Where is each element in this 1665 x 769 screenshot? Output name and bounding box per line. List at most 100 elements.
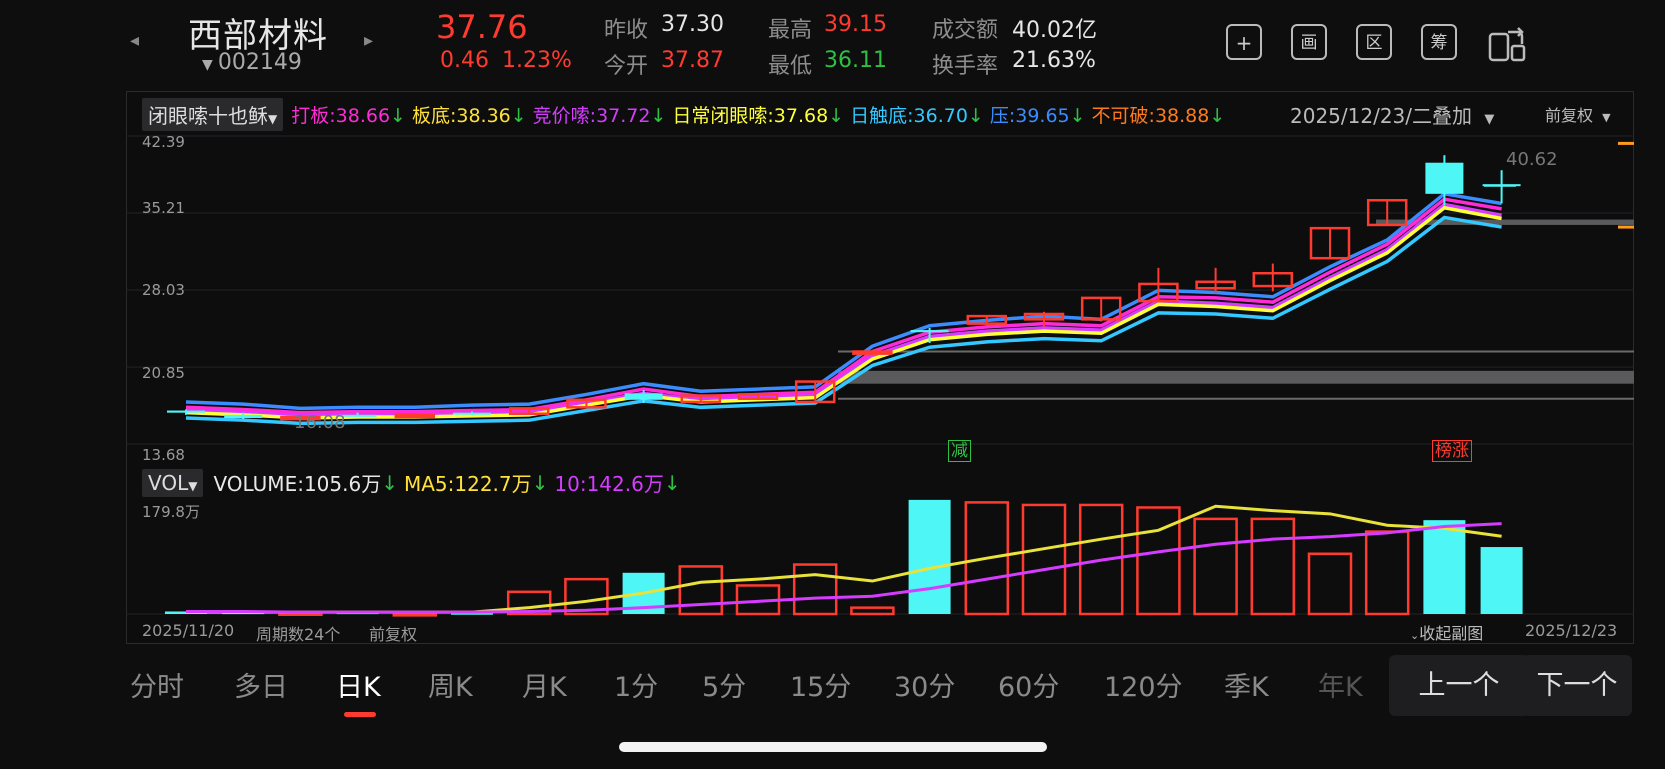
volume-bar [850, 606, 895, 616]
volume-chart[interactable] [126, 498, 1634, 618]
collapse-icon: ⌄ [1410, 629, 1420, 642]
start-date: 2025/11/20 [142, 621, 235, 640]
y-tick-label: 28.03 [142, 281, 185, 299]
down-arrow-icon: ↓ [1069, 105, 1086, 127]
tab-120min[interactable]: 120分 [1104, 665, 1183, 704]
caret-down-icon: ▼ [268, 112, 278, 126]
down-arrow-icon: ↓ [390, 105, 406, 127]
resistance-band [838, 370, 1634, 384]
down-arrow-icon: ↓ [531, 470, 549, 495]
add-watchlist-icon[interactable]: + [1226, 24, 1262, 60]
turnover-label: 换手率 [932, 54, 999, 79]
y-tick-label: 13.68 [142, 446, 185, 464]
next-stock-arrow-icon[interactable]: ▸ [364, 30, 373, 51]
candle-body [852, 350, 893, 355]
y-tick-label: 20.85 [142, 364, 185, 382]
low-price-marker: 16.08 [294, 412, 346, 433]
candle-body [624, 393, 663, 400]
prev-stock-arrow-icon[interactable]: ◂ [130, 30, 139, 51]
turnover-value: 21.63% [1012, 48, 1096, 73]
volume-bar [1193, 517, 1238, 616]
range-tool-icon[interactable]: 区 [1356, 24, 1392, 60]
y-tick-label: 42.39 [142, 133, 185, 151]
volume-bar [678, 565, 724, 616]
down-arrow-icon: ↓ [828, 105, 845, 127]
caret-down-icon: ▼ [1602, 111, 1611, 124]
tab-weekly-k[interactable]: 周K [428, 665, 473, 704]
volume-bar [1364, 530, 1410, 616]
prev-close-label: 昨收 [604, 18, 649, 43]
caret-down-icon: ▼ [202, 57, 213, 73]
stock-code: 002149 [217, 50, 302, 75]
volume-indicator-select[interactable]: VOL▼ [142, 468, 204, 497]
volume-bar [908, 499, 951, 614]
collapse-subchart-button[interactable]: ⌄收起副图 [1410, 620, 1483, 644]
ma10-value: 10:142.6万 [554, 472, 664, 496]
prev-stock-button[interactable]: 上一个 [1389, 655, 1529, 716]
tab-yearly-k[interactable]: 年K [1318, 665, 1363, 704]
price-change-pct: 1.23% [502, 48, 572, 73]
price-chart[interactable] [126, 126, 1634, 466]
tab-fenshi[interactable]: 分时 [130, 665, 184, 704]
amount-value: 40.02亿 [1012, 18, 1097, 43]
volume-bar [392, 612, 438, 617]
tab-15min[interactable]: 15分 [790, 665, 851, 704]
volume-bar [1480, 547, 1523, 614]
volume-bar [792, 563, 838, 616]
indicator-line [185, 205, 1502, 420]
caret-down-icon: ▼ [1484, 112, 1495, 127]
tab-5min[interactable]: 5分 [702, 665, 746, 704]
landscape-rotate-icon[interactable] [1486, 22, 1528, 64]
high-price-marker: 40.62 [1506, 149, 1558, 170]
home-indicator [619, 742, 1047, 752]
rank-rise-tag: 榜涨 [1432, 440, 1472, 462]
tab-60min[interactable]: 60分 [998, 665, 1059, 704]
low-label: 最低 [768, 54, 813, 79]
adjust-select[interactable]: 前复权 ▼ [1545, 102, 1611, 126]
draw-tool-icon[interactable]: 画 [1291, 24, 1327, 60]
open-label: 今开 [604, 54, 649, 79]
volume-header: VOL▼ VOLUME:105.6万 ↓ MA5:122.7万 ↓ 10:142.6… [142, 468, 681, 497]
low-value: 36.11 [824, 48, 887, 73]
volume-value: VOLUME:105.6万 [213, 472, 382, 496]
indicator-line-value: 日常闭眼嗦:37.68 [672, 105, 829, 127]
open-value: 37.87 [661, 48, 724, 73]
high-label: 最高 [768, 18, 813, 43]
down-arrow-icon: ↓ [650, 105, 667, 127]
period-count: 周期数24个 [256, 625, 341, 644]
tab-monthly-k[interactable]: 月K [522, 665, 567, 704]
down-arrow-icon: ↓ [381, 470, 398, 495]
down-arrow-icon: ↓ [967, 105, 984, 127]
current-price: 37.76 [436, 8, 528, 46]
tab-quarterly-k[interactable]: 季K [1224, 665, 1269, 704]
down-arrow-icon: ↓ [1209, 105, 1226, 127]
stock-code-dropdown[interactable]: ▼ 002149 [202, 50, 302, 75]
next-stock-button[interactable]: 下一个 [1522, 655, 1632, 716]
ma10-line [186, 522, 1502, 614]
indicator-line-value: 压:39.65 [989, 105, 1070, 127]
indicator-line-value: 打板:38.66 [291, 105, 391, 127]
y-tick-label: 35.21 [142, 199, 185, 217]
tab-daily-k[interactable]: 日K [336, 665, 381, 704]
down-arrow-icon: ↓ [510, 105, 527, 127]
candle-body [1425, 162, 1464, 194]
indicator-line-value: 日触底:36.70 [850, 105, 968, 127]
volume-bar [1250, 517, 1296, 616]
tab-multi-day[interactable]: 多日 [234, 665, 288, 704]
volume-bar [1021, 503, 1067, 616]
candle-body [453, 412, 491, 415]
prev-close-value: 37.30 [661, 12, 724, 37]
active-tab-indicator [344, 712, 376, 717]
indicator-line [185, 215, 1502, 426]
chip-distribution-icon[interactable]: 筹 [1421, 24, 1457, 60]
end-date: 2025/12/23 [1525, 621, 1618, 640]
indicator-line-value: 不可破:38.88 [1091, 105, 1210, 127]
down-arrow-icon: ↓ [663, 470, 681, 495]
tab-1min[interactable]: 1分 [614, 665, 658, 704]
candle-body [394, 413, 436, 419]
date-overlay-select[interactable]: 2025/12/23/二叠加 ▼ [1290, 100, 1494, 129]
volume-bar [1423, 520, 1466, 614]
tab-30min[interactable]: 30分 [894, 665, 955, 704]
adjust-label: 前复权 [369, 625, 418, 644]
reduce-tag: 减 [948, 440, 971, 462]
